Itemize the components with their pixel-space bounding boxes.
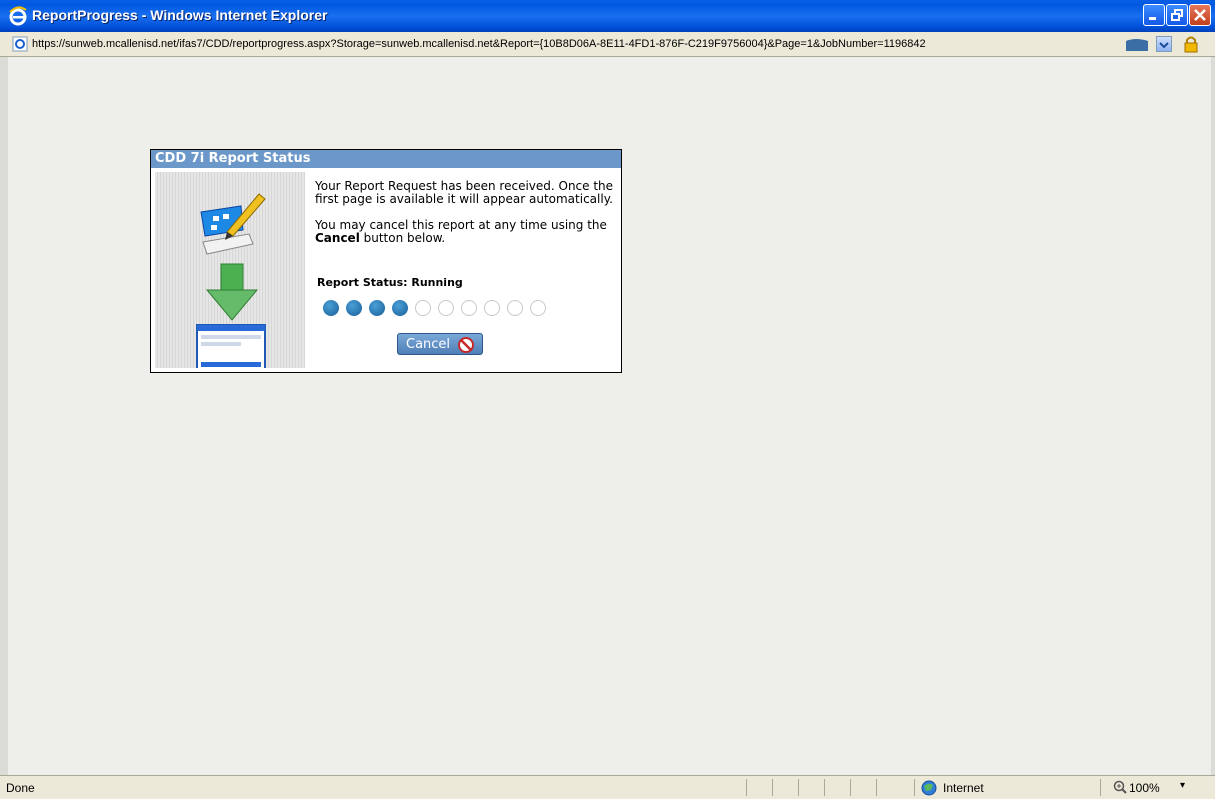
cancel-button[interactable]: Cancel bbox=[397, 333, 483, 355]
status-separator bbox=[798, 779, 799, 796]
right-frame-edge bbox=[1211, 57, 1215, 775]
feeds-icon[interactable] bbox=[1124, 37, 1150, 53]
progress-dot bbox=[369, 300, 385, 316]
internet-zone-icon bbox=[921, 780, 937, 796]
page-icon bbox=[12, 36, 28, 52]
report-status-dialog: CDD 7i Report Status Your Report Request… bbox=[150, 149, 622, 374]
zoom-level[interactable]: 100% bbox=[1129, 781, 1160, 795]
message-cancel-hint: You may cancel this report at any time u… bbox=[315, 218, 607, 245]
report-window-icon bbox=[196, 324, 266, 374]
status-separator bbox=[1100, 779, 1101, 796]
window-title: ReportProgress - Windows Internet Explor… bbox=[32, 7, 328, 23]
address-dropdown-button[interactable] bbox=[1156, 36, 1172, 52]
security-zone-label[interactable]: Internet bbox=[943, 781, 984, 795]
report-status-label: Report Status: Running bbox=[317, 276, 463, 289]
report-illustration bbox=[196, 193, 266, 374]
minimize-icon bbox=[1149, 17, 1156, 20]
down-arrow-icon bbox=[205, 263, 259, 321]
status-text: Done bbox=[6, 781, 35, 795]
progress-dot bbox=[323, 300, 339, 316]
lock-icon[interactable] bbox=[1182, 35, 1200, 53]
restore-button[interactable] bbox=[1166, 4, 1188, 26]
close-button[interactable] bbox=[1189, 4, 1211, 26]
status-separator bbox=[850, 779, 851, 796]
close-icon bbox=[1194, 9, 1206, 21]
status-separator bbox=[772, 779, 773, 796]
ie-logo-icon bbox=[9, 6, 27, 26]
status-separator bbox=[914, 779, 915, 796]
cancel-button-label: Cancel bbox=[406, 337, 451, 352]
message-received: Your Report Request has been received. O… bbox=[315, 179, 614, 206]
progress-dot bbox=[346, 300, 362, 316]
address-url[interactable]: https://sunweb.mcallenisd.net/ifas7/CDD/… bbox=[32, 38, 926, 50]
cancel-icon bbox=[458, 337, 474, 353]
dialog-illustration bbox=[155, 172, 305, 374]
progress-dot bbox=[484, 300, 500, 316]
chevron-down-icon bbox=[1159, 42, 1169, 49]
progress-dot bbox=[392, 300, 408, 316]
progress-dot bbox=[507, 300, 523, 316]
restore-icon bbox=[1171, 9, 1183, 21]
progress-dot bbox=[415, 300, 431, 316]
status-separator bbox=[876, 779, 877, 796]
minimize-button[interactable] bbox=[1143, 4, 1165, 26]
zoom-dropdown-icon[interactable]: ▾ bbox=[1180, 780, 1185, 791]
progress-dot bbox=[530, 300, 546, 316]
progress-dot bbox=[438, 300, 454, 316]
progress-dot bbox=[461, 300, 477, 316]
dialog-message: Your Report Request has been received. O… bbox=[315, 180, 615, 258]
monitor-pencil-icon bbox=[200, 193, 266, 255]
status-separator bbox=[746, 779, 747, 796]
title-bar[interactable]: ReportProgress - Windows Internet Explor… bbox=[0, 0, 1215, 32]
zoom-icon[interactable] bbox=[1113, 780, 1127, 794]
status-separator bbox=[824, 779, 825, 796]
dialog-title: CDD 7i Report Status bbox=[151, 150, 621, 168]
status-bar: Done Internet 100% ▾ bbox=[0, 775, 1215, 799]
left-frame-edge bbox=[0, 57, 8, 775]
